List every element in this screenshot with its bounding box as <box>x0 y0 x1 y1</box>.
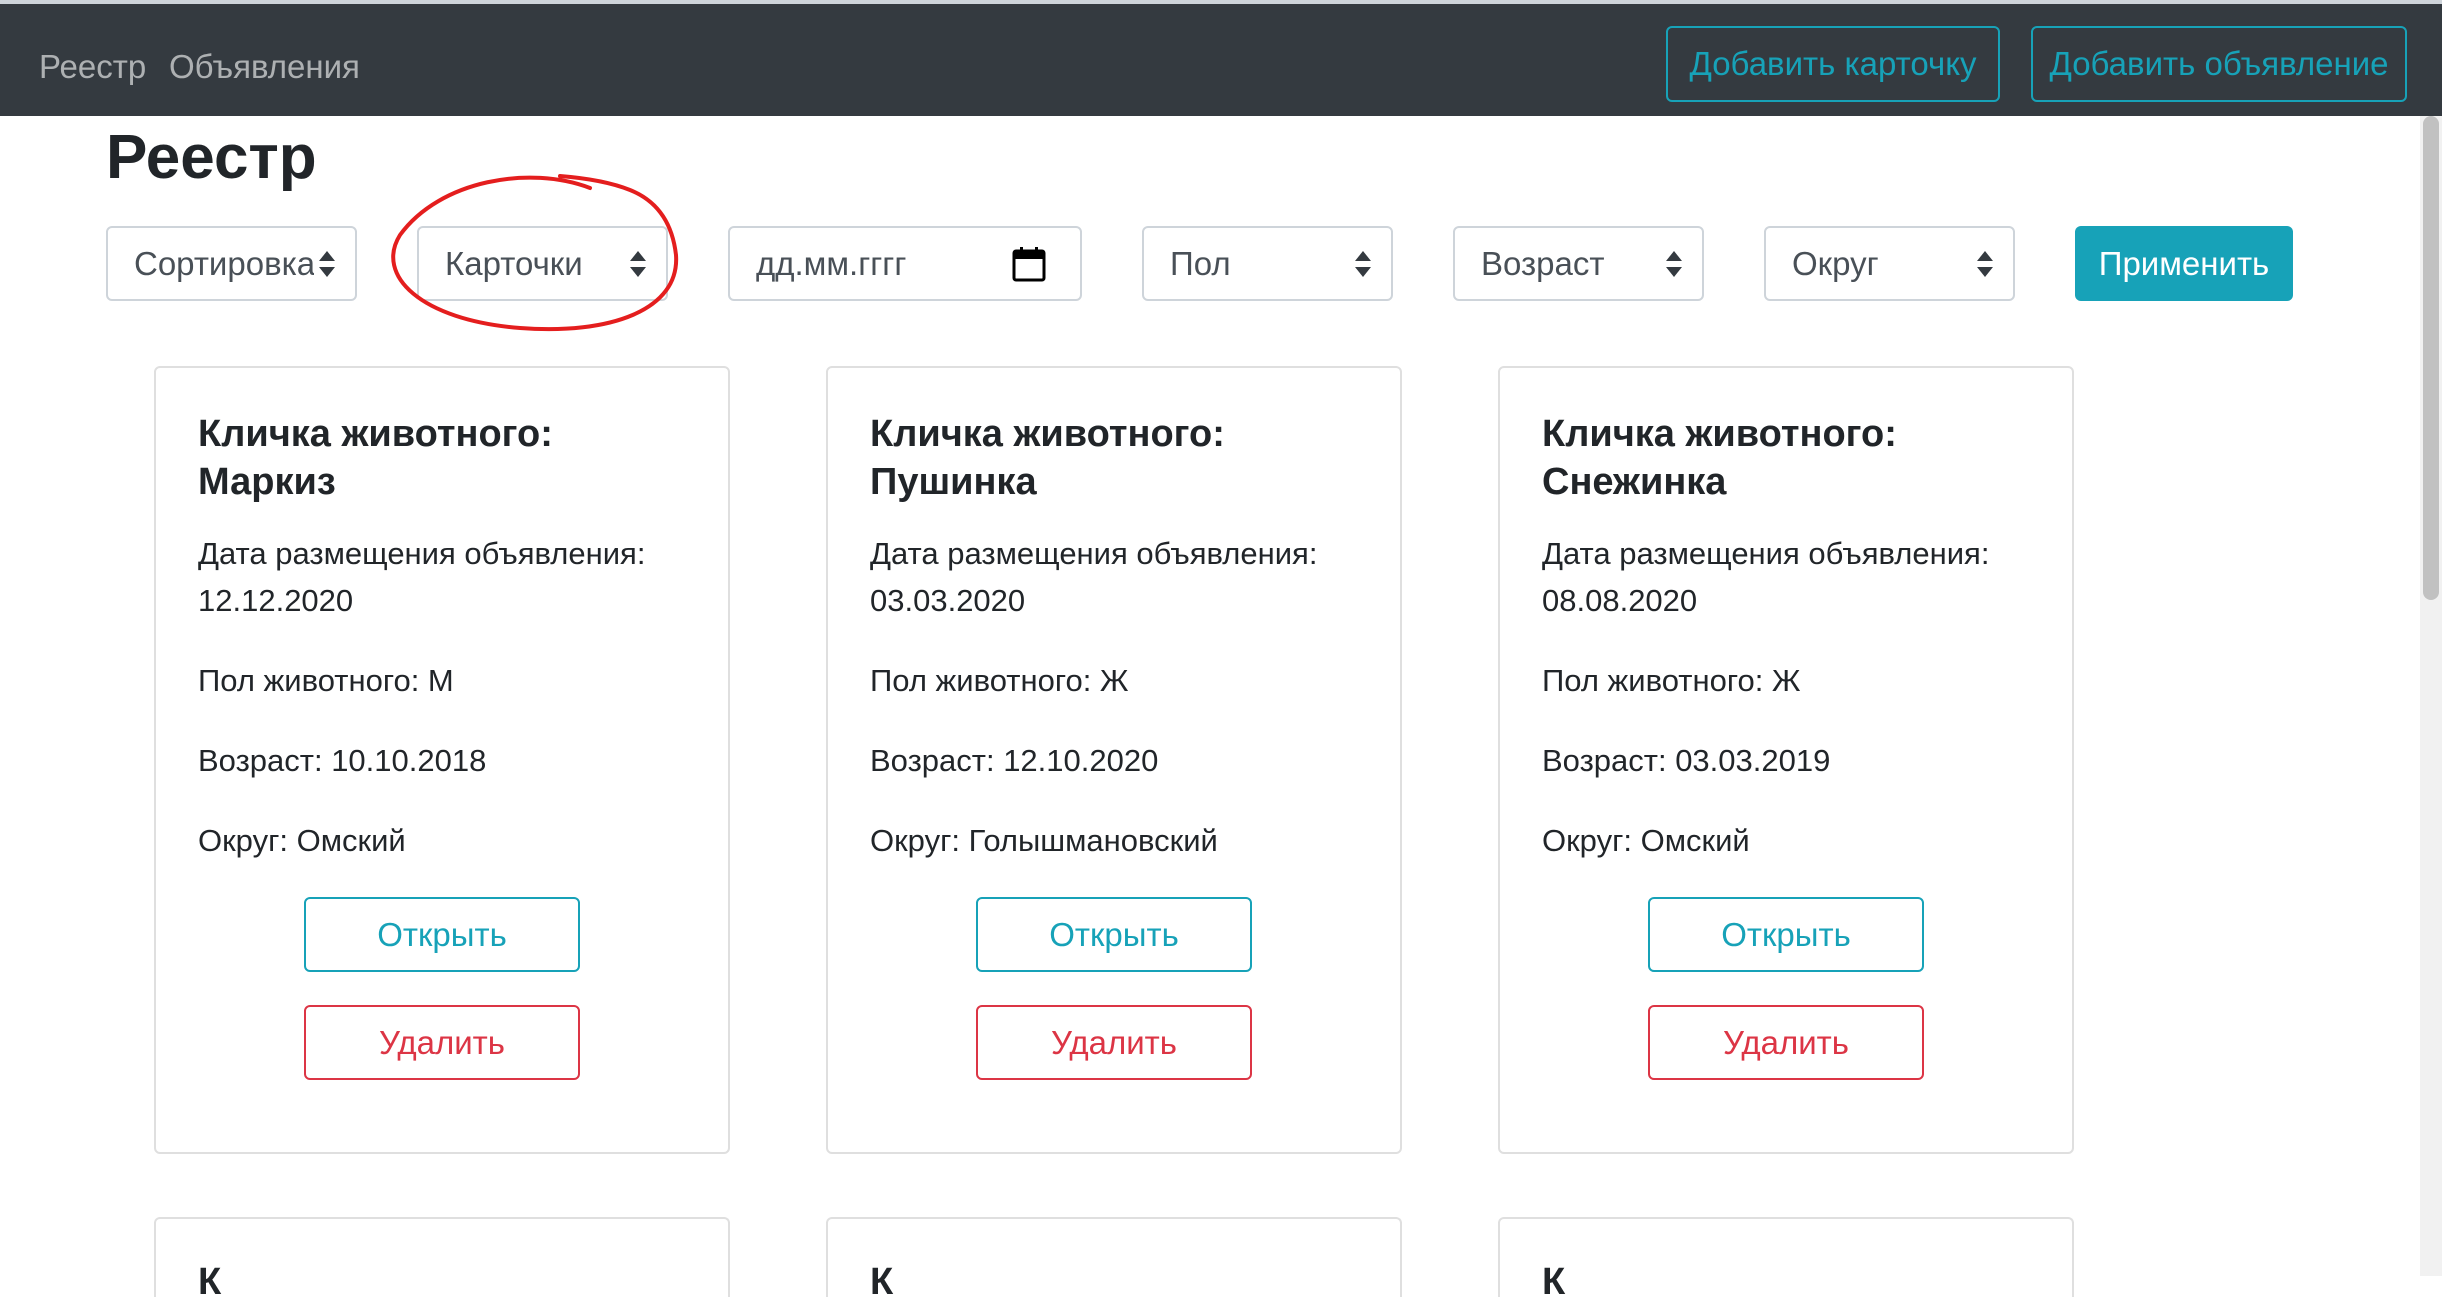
delete-button[interactable]: Удалить <box>976 1005 1252 1080</box>
select-caret-icon <box>630 250 646 277</box>
card-district: Округ: Голышмановский <box>870 823 1218 858</box>
card-date-label: Дата размещения объявления: <box>198 536 646 571</box>
card-title-partial: К <box>1542 1261 1566 1303</box>
card-date-label: Дата размещения объявления: <box>870 536 1318 571</box>
select-caret-icon <box>1977 250 1993 277</box>
open-button[interactable]: Открыть <box>304 897 580 972</box>
card-title-prefix: Кличка животного: <box>198 413 553 455</box>
pet-card: Кличка животного: Маркиз Дата размещения… <box>154 366 730 1154</box>
card-date-value: 08.08.2020 <box>1542 583 1698 618</box>
delete-button[interactable]: Удалить <box>1648 1005 1924 1080</box>
select-caret-icon <box>319 250 335 277</box>
gender-select[interactable]: Пол <box>1142 226 1393 301</box>
card-title: Кличка животного: Маркиз <box>198 410 698 506</box>
card-age: Возраст: 03.03.2019 <box>1542 743 1831 778</box>
card-title-partial: К <box>198 1261 222 1303</box>
district-select[interactable]: Округ <box>1764 226 2015 301</box>
pet-card-partial: К <box>154 1217 730 1303</box>
pet-card: Кличка животного: Снежинка Дата размещен… <box>1498 366 2074 1154</box>
card-gender: Пол животного: М <box>198 663 454 698</box>
card-gender: Пол животного: Ж <box>870 663 1129 698</box>
open-button[interactable]: Открыть <box>1648 897 1924 972</box>
sort-select-value: Сортировка <box>134 244 314 282</box>
card-pet-name: Снежинка <box>1542 461 1727 503</box>
apply-button[interactable]: Применить <box>2075 226 2293 301</box>
gender-select-value: Пол <box>1170 244 1231 282</box>
card-title-prefix: Кличка животного: <box>1542 413 1897 455</box>
nav-link-registry[interactable]: Реестр <box>39 48 146 86</box>
card-district: Округ: Омский <box>198 823 406 858</box>
card-pet-name: Пушинка <box>870 461 1037 503</box>
type-select[interactable]: Карточки <box>417 226 668 301</box>
card-title: Кличка животного: Снежинка <box>1542 410 2042 506</box>
card-title-prefix: Кличка животного: <box>870 413 1225 455</box>
card-title-partial: К <box>870 1261 894 1303</box>
delete-button[interactable]: Удалить <box>304 1005 580 1080</box>
card-pet-name: Маркиз <box>198 461 336 503</box>
page-scrollbar[interactable] <box>2420 116 2442 1276</box>
card-gender: Пол животного: Ж <box>1542 663 1801 698</box>
scrollbar-thumb[interactable] <box>2423 116 2439 600</box>
pet-card: Кличка животного: Пушинка Дата размещени… <box>826 366 1402 1154</box>
age-select-value: Возраст <box>1481 244 1605 282</box>
card-district: Округ: Омский <box>1542 823 1750 858</box>
select-caret-icon <box>1355 250 1371 277</box>
pet-card-partial: К <box>826 1217 1402 1303</box>
pet-card-partial: К <box>1498 1217 2074 1303</box>
open-button[interactable]: Открыть <box>976 897 1252 972</box>
sort-select[interactable]: Сортировка <box>106 226 357 301</box>
card-date-value: 03.03.2020 <box>870 583 1026 618</box>
page-title: Реестр <box>106 123 317 192</box>
card-date-value: 12.12.2020 <box>198 583 354 618</box>
age-select[interactable]: Возраст <box>1453 226 1704 301</box>
district-select-value: Округ <box>1792 244 1879 282</box>
top-navbar: Реестр Объявления Добавить карточку Доба… <box>0 0 2442 116</box>
calendar-icon[interactable] <box>1012 246 1046 282</box>
card-date-label: Дата размещения объявления: <box>1542 536 1990 571</box>
add-card-button[interactable]: Добавить карточку <box>1666 26 2000 102</box>
type-select-value: Карточки <box>445 244 583 282</box>
date-input-placeholder: дд.мм.гггг <box>756 244 907 282</box>
nav-link-ads[interactable]: Объявления <box>169 48 360 86</box>
card-age: Возраст: 10.10.2018 <box>198 743 487 778</box>
card-age: Возраст: 12.10.2020 <box>870 743 1159 778</box>
add-ad-button[interactable]: Добавить объявление <box>2031 26 2407 102</box>
select-caret-icon <box>1666 250 1682 277</box>
card-title: Кличка животного: Пушинка <box>870 410 1370 506</box>
date-input[interactable]: дд.мм.гггг <box>728 226 1082 301</box>
